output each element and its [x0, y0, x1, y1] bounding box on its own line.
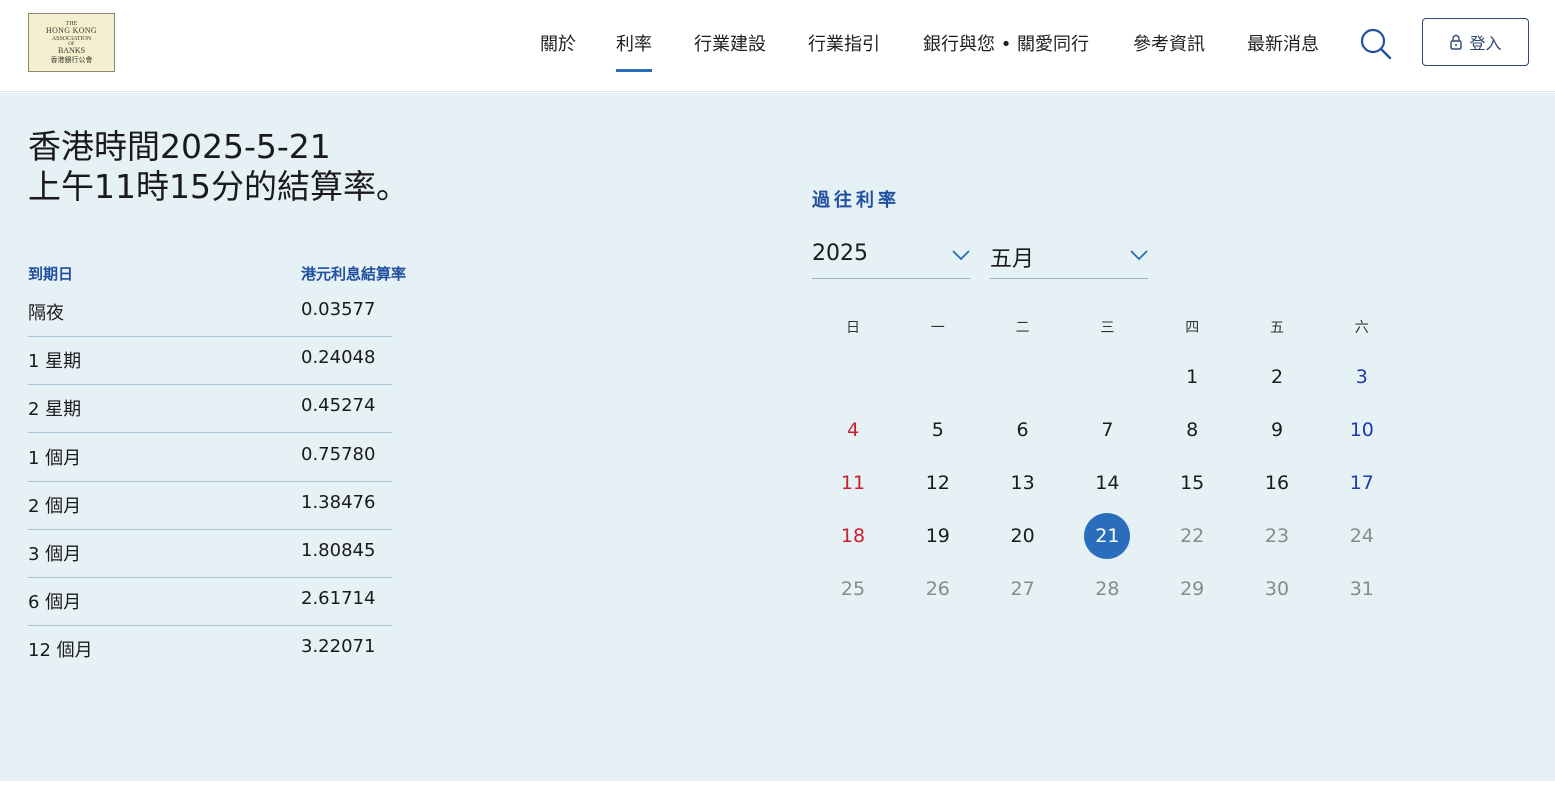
nav-item-news[interactable]: 最新消息 [1247, 30, 1319, 56]
logo-text: HONG KONG [46, 26, 97, 36]
table-row: 12 個月 3.22071 [28, 626, 392, 674]
site-header: THE HONG KONG ASSOCIATION OF BANKS 香港銀行公… [0, 0, 1555, 92]
rate-cell: 1.38476 [301, 491, 376, 513]
rate-cell: 0.45274 [301, 395, 376, 417]
nav-item-about[interactable]: 關於 [540, 30, 576, 56]
login-label: 登入 [1469, 34, 1502, 53]
calendar-day[interactable]: 17 [1339, 460, 1385, 506]
calendar-day: 24 [1349, 525, 1374, 547]
calendar-day[interactable]: 10 [1339, 407, 1385, 453]
weekday-header: 四 [1185, 320, 1200, 336]
calendar-day[interactable]: 12 [915, 460, 961, 506]
table-row: 3 個月 1.80845 [28, 530, 392, 578]
column-header-rate: 港元利息結算率 [301, 265, 407, 283]
calendar-day: 27 [1010, 578, 1035, 600]
term-cell: 1 星期 [28, 351, 82, 373]
calendar-day[interactable]: 5 [915, 407, 961, 453]
rate-cell: 1.80845 [301, 540, 376, 561]
chevron-down-icon [952, 250, 970, 261]
logo-text: BANKS [57, 46, 86, 56]
footer-strip [0, 781, 1555, 786]
calendar-day: 30 [1264, 578, 1290, 600]
calendar-day[interactable]: 19 [915, 513, 961, 559]
weekday-header: 六 [1354, 320, 1369, 336]
table-row: 1 個月 0.75780 [28, 434, 392, 482]
calendar-day[interactable]: 3 [1339, 354, 1385, 400]
calendar-day: 26 [925, 578, 950, 600]
column-header-term: 到期日 [28, 265, 74, 283]
weekday-header: 日 [846, 320, 860, 336]
table-row: 2 星期 0.45274 [28, 385, 392, 434]
calendar-day[interactable]: 14 [1084, 460, 1130, 506]
rate-cell: 0.03577 [301, 299, 376, 320]
calendar-day[interactable]: 8 [1169, 407, 1215, 453]
calendar-day: 29 [1180, 578, 1205, 600]
calendar-day[interactable]: 11 [830, 460, 876, 506]
nav-item-industry-guidelines[interactable]: 行業指引 [808, 30, 880, 56]
weekday-header: 一 [930, 320, 945, 336]
table-row: 隔夜 0.03577 [28, 289, 392, 337]
table-row: 2 個月 1.38476 [28, 482, 392, 530]
year-select[interactable]: 2025 [812, 233, 970, 279]
calendar-day: 25 [840, 578, 866, 600]
title-line: 上午11時15分的結算率。 [28, 167, 409, 206]
calendar-day[interactable]: 15 [1169, 460, 1215, 506]
page-title: 香港時間2025-5-21 上午11時15分的結算率。 [28, 127, 409, 207]
nav-item-banks-and-you[interactable]: 銀行與您 • 關愛同行 [923, 30, 1089, 56]
chevron-down-icon [1130, 250, 1148, 261]
weekday-header: 三 [1100, 320, 1115, 336]
rate-cell: 0.24048 [301, 347, 376, 369]
calendar-day[interactable]: 9 [1254, 407, 1300, 453]
calendar-day[interactable]: 16 [1254, 460, 1300, 506]
table-row: 1 星期 0.24048 [28, 337, 392, 386]
calendar-day: 23 [1264, 525, 1290, 547]
weekday-header: 二 [1015, 320, 1030, 336]
term-cell: 6 個月 [28, 592, 82, 614]
calendar-day: 22 [1180, 525, 1205, 547]
search-button[interactable] [1358, 26, 1394, 62]
nav-item-reference[interactable]: 參考資訊 [1133, 30, 1205, 56]
weekday-header: 五 [1270, 320, 1284, 336]
table-row: 6 個月 2.61714 [28, 578, 392, 627]
rates-section: 香港時間2025-5-21 上午11時15分的結算率。 到期日 港元利息結算率 … [0, 93, 1555, 781]
calendar-day: 31 [1349, 578, 1374, 600]
calendar-day: 28 [1095, 578, 1120, 600]
term-cell: 3 個月 [28, 544, 82, 565]
rate-cell: 3.22071 [301, 636, 376, 658]
logo-text: 香港銀行公會 [50, 55, 93, 64]
term-cell: 隔夜 [28, 303, 64, 324]
calendar-day[interactable]: 7 [1084, 407, 1130, 453]
login-button[interactable]: 登入 [1422, 18, 1529, 66]
calendar-day[interactable]: 20 [1000, 513, 1046, 559]
nav-item-rates[interactable]: 利率 [616, 30, 652, 72]
term-cell: 12 個月 [28, 640, 93, 662]
calendar-day[interactable]: 18 [830, 513, 876, 559]
search-icon [1360, 28, 1392, 60]
calendar-day[interactable]: 4 [830, 407, 876, 453]
rate-cell: 2.61714 [301, 588, 376, 610]
calendar-day[interactable]: 2 [1254, 354, 1300, 400]
lock-icon [1450, 34, 1463, 50]
month-value: 五月 [990, 247, 1035, 272]
calendar-day[interactable]: 1 [1169, 354, 1215, 400]
calendar-day-selected[interactable]: 21 [1084, 513, 1131, 559]
rate-cell: 0.75780 [301, 443, 376, 465]
calendar-day[interactable]: 6 [1000, 407, 1046, 453]
title-line: 香港時間2025-5-21 [28, 127, 331, 166]
term-cell: 2 個月 [28, 495, 82, 517]
calendar-day[interactable]: 13 [1000, 460, 1046, 506]
hkab-logo[interactable]: THE HONG KONG ASSOCIATION OF BANKS 香港銀行公… [28, 13, 115, 72]
history-title: 過往利率 [812, 190, 900, 211]
month-select[interactable]: 五月 [990, 233, 1148, 279]
year-value: 2025 [812, 241, 868, 266]
term-cell: 1 個月 [28, 447, 82, 469]
term-cell: 2 星期 [28, 399, 82, 421]
nav-item-industry-development[interactable]: 行業建設 [694, 30, 766, 56]
